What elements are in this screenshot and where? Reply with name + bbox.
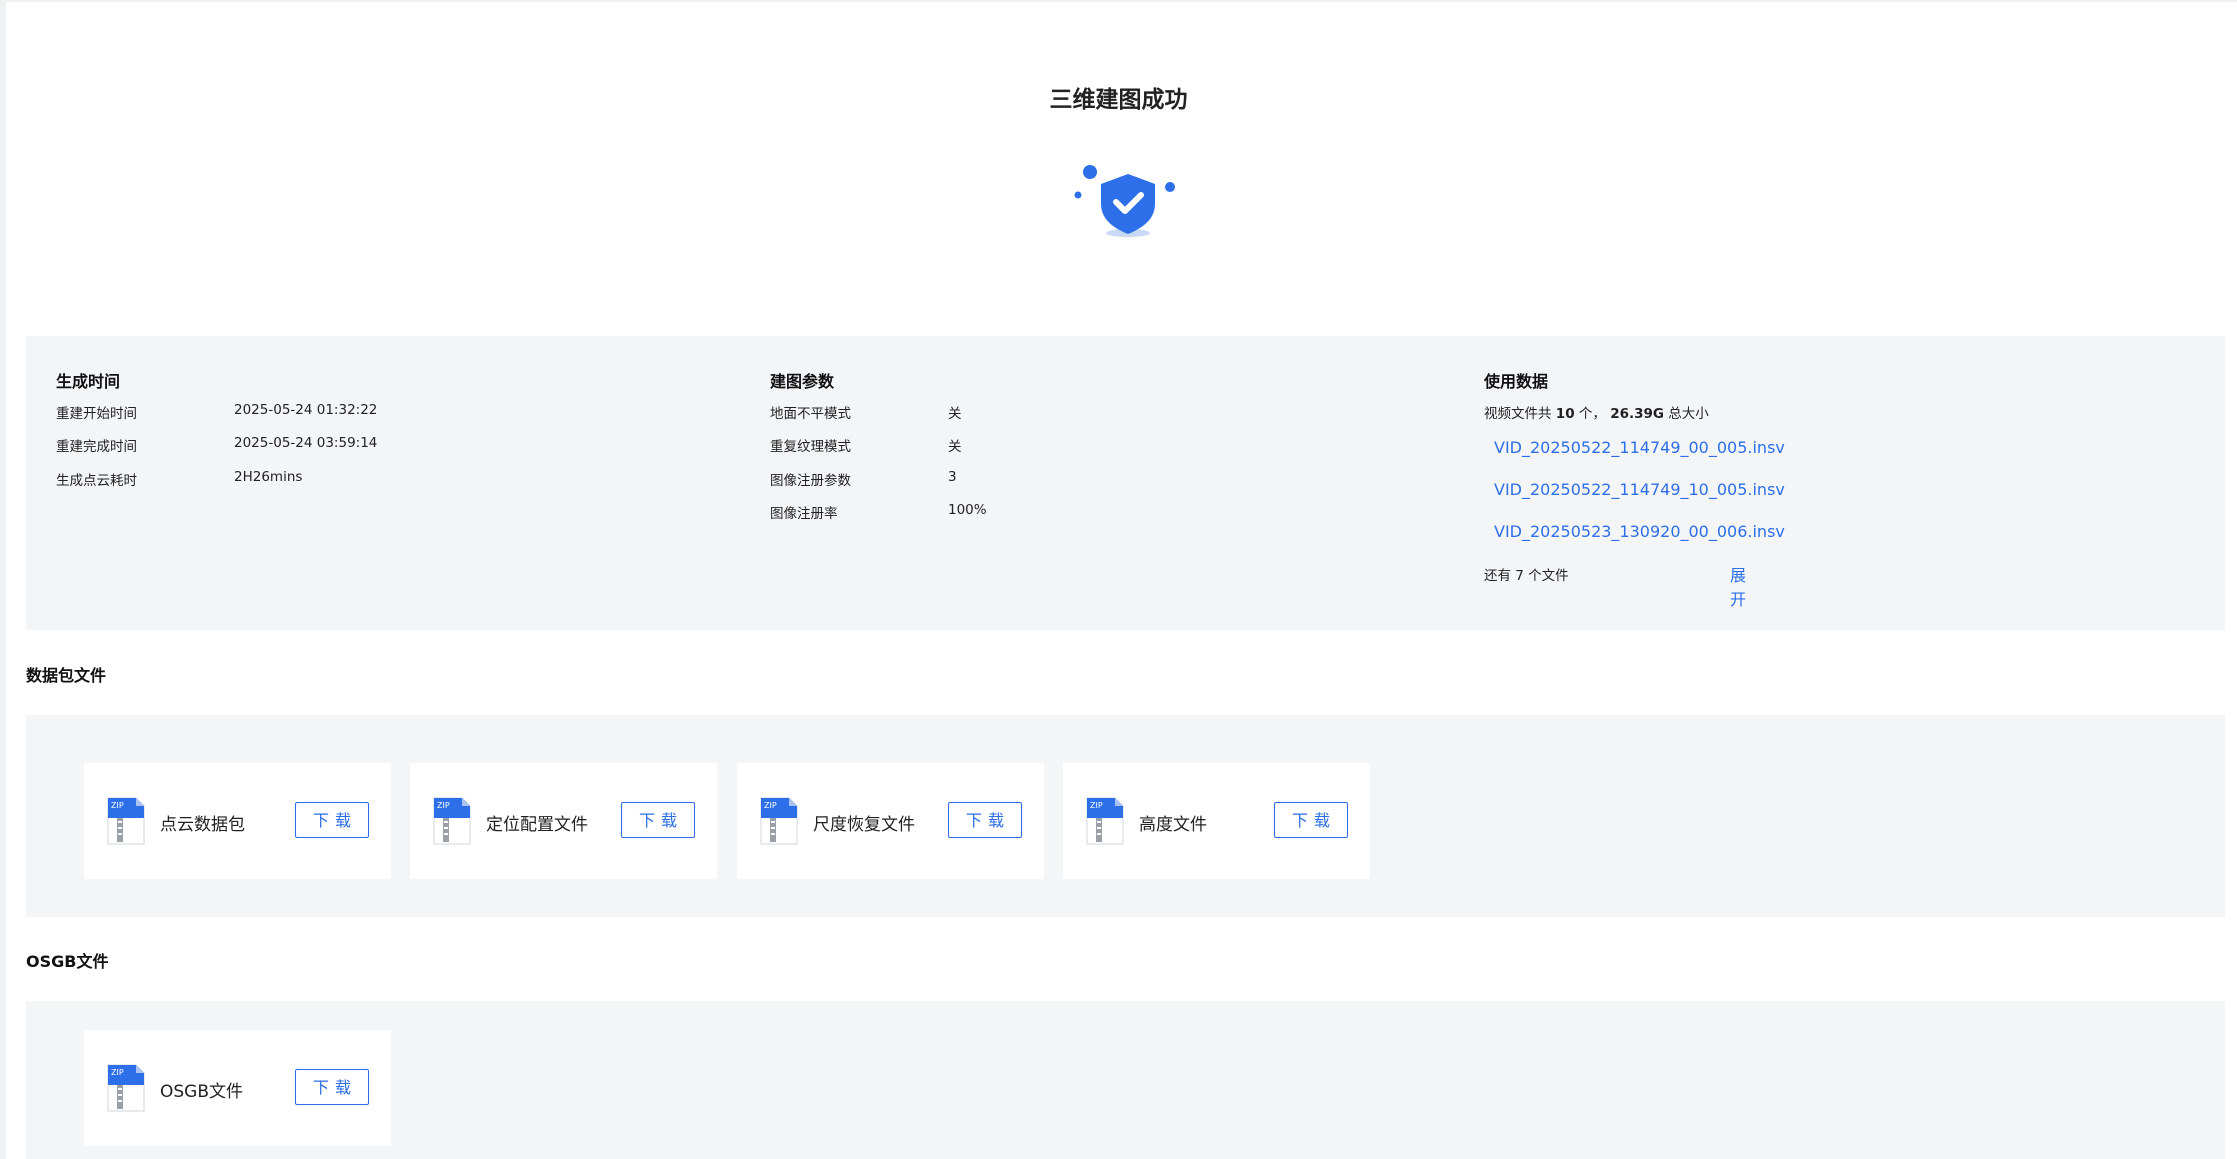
info-panel: 生成时间 重建开始时间 2025-05-24 01:32:22 重建完成时间 2… — [26, 336, 2225, 630]
shield-check-icon — [1074, 165, 1175, 237]
package-card: ZIP 高度文件 下载 — [1063, 763, 1370, 879]
osgb-card: ZIP OSGB文件 下载 — [84, 1030, 391, 1146]
package-label: 高度文件 — [1139, 815, 1207, 835]
info-value: 关 — [948, 439, 962, 455]
info-value: 关 — [948, 406, 962, 422]
download-button[interactable]: 下载 — [621, 802, 695, 838]
zip-file-icon: ZIP — [433, 797, 471, 845]
package-label: 点云数据包 — [160, 815, 245, 835]
zip-badge: ZIP — [111, 1068, 124, 1077]
package-card: ZIP 点云数据包 下载 — [84, 763, 391, 879]
info-value: 100% — [948, 502, 987, 518]
download-button[interactable]: 下载 — [295, 802, 369, 838]
info-key: 图像注册率 — [770, 506, 838, 522]
info-key: 重建开始时间 — [56, 406, 137, 422]
info-key: 地面不平模式 — [770, 406, 851, 422]
packages-panel: ZIP 点云数据包 下载 ZIP 定位配置文件 下载 ZIP 尺度恢复文件 下载… — [26, 715, 2225, 917]
osgb-section-title: OSGB文件 — [26, 952, 109, 971]
download-button[interactable]: 下载 — [948, 802, 1022, 838]
video-file-link[interactable]: VID_20250522_114749_00_005.insv — [1494, 438, 1785, 457]
zip-badge: ZIP — [111, 801, 124, 810]
zip-file-icon: ZIP — [107, 1064, 145, 1112]
package-label: 定位配置文件 — [486, 815, 588, 835]
video-file-link[interactable]: VID_20250523_130920_00_006.insv — [1494, 522, 1785, 541]
info-value: 2025-05-24 01:32:22 — [234, 402, 378, 418]
size-suffix: 总大小 — [1668, 406, 1709, 422]
info-key: 重建完成时间 — [56, 439, 137, 455]
zip-file-icon: ZIP — [760, 797, 798, 845]
expand-link[interactable]: 展开 — [1730, 562, 1746, 610]
package-card: ZIP 尺度恢复文件 下载 — [737, 763, 1044, 879]
download-button[interactable]: 下载 — [1274, 802, 1348, 838]
zip-badge: ZIP — [764, 801, 777, 810]
summary-prefix: 视频文件共 — [1484, 406, 1552, 422]
info-key: 图像注册参数 — [770, 473, 851, 489]
info-value: 2025-05-24 03:59:14 — [234, 435, 378, 451]
params-heading: 建图参数 — [770, 372, 835, 391]
osgb-panel: ZIP OSGB文件 下载 — [26, 1001, 2225, 1159]
zip-badge: ZIP — [437, 801, 450, 810]
download-button[interactable]: 下载 — [295, 1069, 369, 1105]
count-suffix: 个， — [1578, 406, 1606, 422]
packages-section-title: 数据包文件 — [26, 666, 107, 685]
zip-badge: ZIP — [1090, 801, 1103, 810]
generation-time-heading: 生成时间 — [56, 372, 121, 391]
video-file-link[interactable]: VID_20250522_114749_10_005.insv — [1494, 480, 1785, 499]
more-files-text: 还有 7 个文件 — [1484, 568, 1569, 584]
usage-heading: 使用数据 — [1484, 372, 1549, 391]
video-count: 10 — [1555, 406, 1575, 422]
info-key: 生成点云耗时 — [56, 473, 137, 489]
total-size: 26.39G — [1610, 406, 1664, 422]
package-card: ZIP 定位配置文件 下载 — [410, 763, 717, 879]
zip-file-icon: ZIP — [1086, 797, 1124, 845]
info-value: 2H26mins — [234, 469, 303, 485]
info-key: 重复纹理模式 — [770, 439, 851, 455]
info-value: 3 — [948, 469, 957, 485]
video-summary: 视频文件共 10 个， 26.39G 总大小 — [1484, 402, 1709, 422]
osgb-label: OSGB文件 — [160, 1082, 244, 1102]
package-label: 尺度恢复文件 — [813, 815, 915, 835]
page-title: 三维建图成功 — [1049, 87, 1188, 113]
zip-file-icon: ZIP — [107, 797, 145, 845]
